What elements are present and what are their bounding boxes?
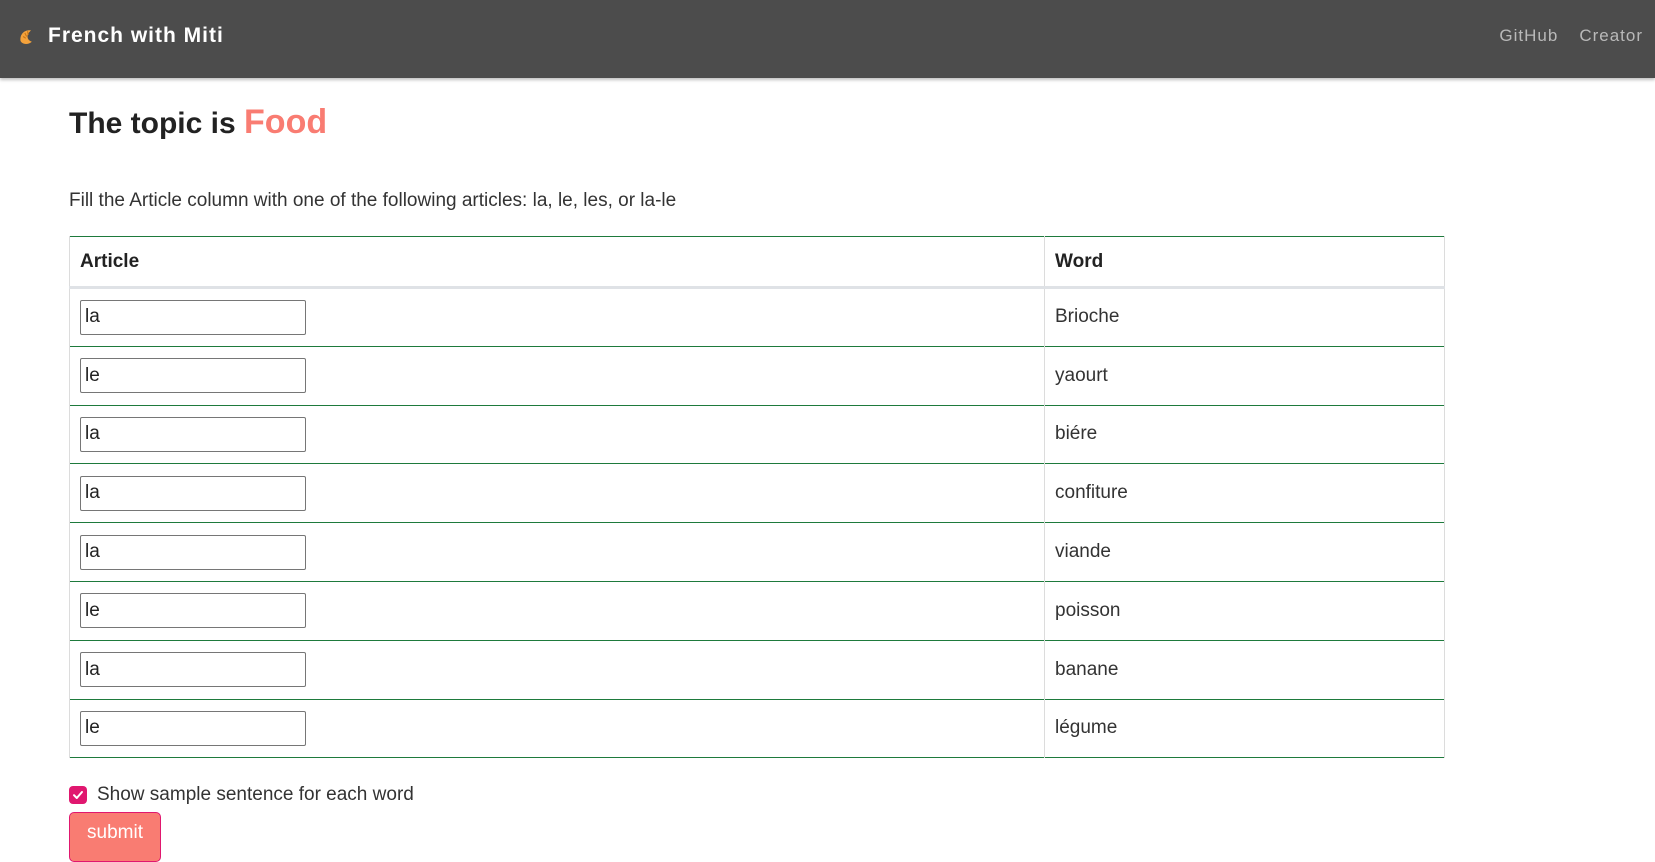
word-cell: confiture	[1044, 463, 1445, 523]
article-input[interactable]	[80, 358, 306, 394]
article-cell	[69, 699, 1045, 758]
table-row: poisson	[69, 581, 1445, 641]
topic-prefix: The topic is	[69, 107, 245, 140]
article-cell	[69, 640, 1045, 700]
article-cell	[69, 346, 1045, 406]
word-cell: légume	[1044, 699, 1445, 758]
article-cell	[69, 405, 1045, 464]
checkmark-icon	[73, 791, 83, 799]
article-column-header: Article	[69, 236, 1045, 288]
article-input[interactable]	[80, 475, 306, 511]
article-input[interactable]	[80, 652, 306, 688]
table-row: confiture	[69, 463, 1445, 523]
brand-title: French with Miti	[48, 24, 224, 47]
croissant-icon	[20, 29, 32, 44]
word-cell: biére	[1044, 405, 1445, 464]
sample-sentence-label: Show sample sentence for each word	[97, 784, 414, 805]
submit-button[interactable]: submit	[69, 812, 161, 862]
table-row: biére	[69, 405, 1445, 464]
table-row: viande	[69, 522, 1445, 582]
table-row: Brioche	[69, 287, 1445, 347]
word-table: Article Word Brioche yaourt biére confit…	[69, 236, 1445, 758]
brand[interactable]: French with Miti	[17, 24, 224, 48]
article-cell	[69, 287, 1045, 347]
article-cell	[69, 522, 1045, 582]
nav-links: GitHub Creator	[1478, 26, 1643, 46]
article-input[interactable]	[80, 593, 306, 629]
word-cell: banane	[1044, 640, 1445, 700]
article-input[interactable]	[80, 534, 306, 570]
word-cell: Brioche	[1044, 287, 1445, 347]
article-cell	[69, 581, 1045, 641]
word-cell: poisson	[1044, 581, 1445, 641]
creator-link[interactable]: Creator	[1579, 26, 1643, 46]
table-header-row: Article Word	[69, 236, 1445, 288]
article-input[interactable]	[80, 416, 306, 452]
article-input[interactable]	[80, 710, 306, 746]
word-cell: viande	[1044, 522, 1445, 582]
github-link[interactable]: GitHub	[1499, 26, 1558, 46]
table-row: yaourt	[69, 346, 1445, 406]
word-cell: yaourt	[1044, 346, 1445, 406]
topic-name: Food	[244, 103, 328, 141]
sample-sentence-toggle[interactable]: Show sample sentence for each word	[69, 784, 414, 806]
sample-sentence-checkbox[interactable]	[69, 786, 87, 804]
article-input[interactable]	[80, 299, 306, 335]
article-cell	[69, 463, 1045, 523]
instructions: Fill the Article column with one of the …	[69, 190, 677, 211]
navbar: French with Miti GitHub Creator	[0, 0, 1655, 78]
table-row: banane	[69, 640, 1445, 700]
topic-heading: The topic is Food	[69, 103, 327, 142]
word-column-header: Word	[1044, 236, 1445, 288]
table-row: légume	[69, 699, 1445, 758]
